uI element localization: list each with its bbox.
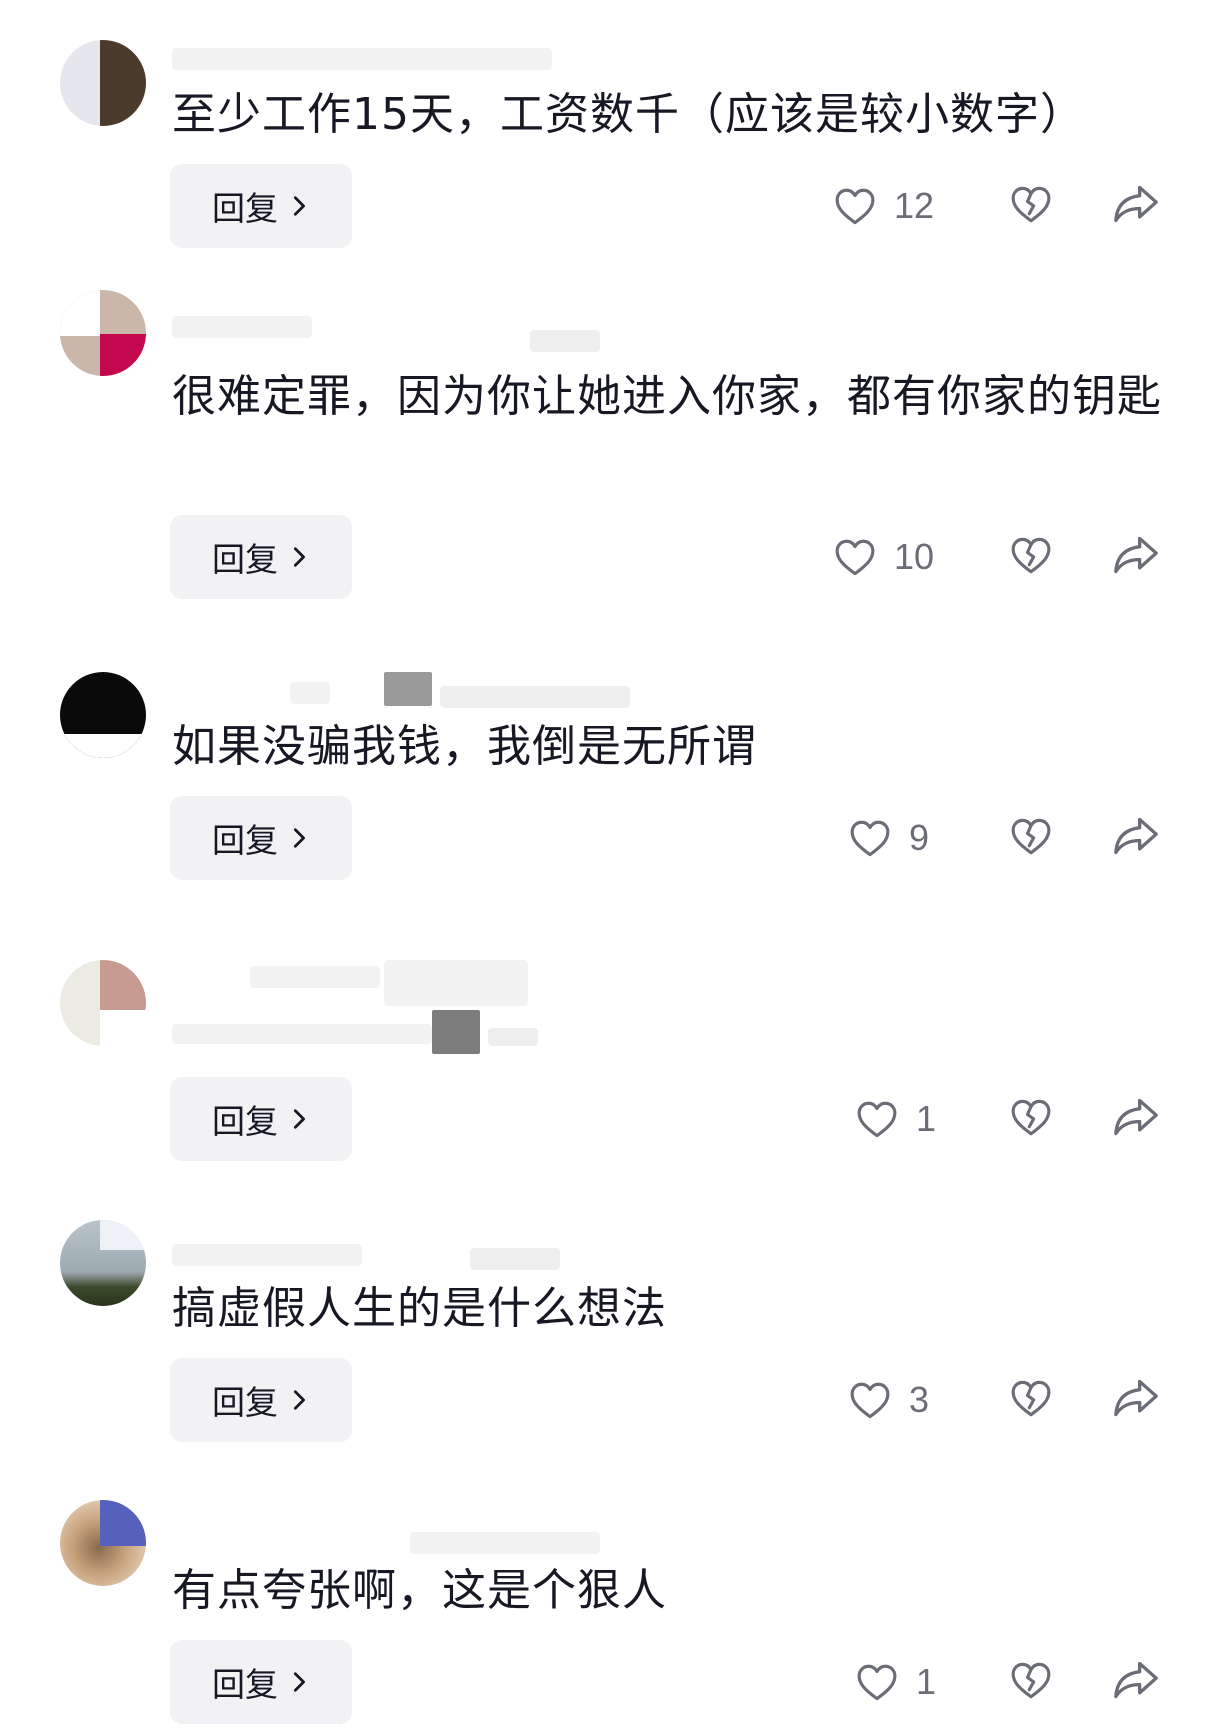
reply-label: 回复: [212, 1102, 278, 1141]
broken-heart-icon[interactable]: [1010, 184, 1052, 226]
reply-label: 回复: [212, 1665, 278, 1704]
reply-button[interactable]: 回复: [170, 1640, 352, 1724]
like-count: 12: [894, 185, 935, 226]
like-count: 1: [916, 1661, 937, 1702]
comment-text-redacted: [488, 1028, 538, 1046]
chevron-right-icon: [293, 1672, 305, 1692]
broken-heart-icon[interactable]: [1010, 1660, 1052, 1702]
heart-outline-icon: [850, 1382, 890, 1419]
share-arrow-icon[interactable]: [1112, 814, 1160, 858]
comment-text: 搞虚假人生的是什么想法: [172, 1283, 667, 1334]
reply-button[interactable]: 回复: [170, 515, 352, 599]
username-redacted: [384, 672, 432, 706]
share-arrow-icon[interactable]: [1112, 1376, 1160, 1420]
avatar[interactable]: [60, 1500, 146, 1586]
username-redacted: [384, 960, 528, 1006]
like-count: 9: [909, 817, 930, 858]
username-redacted: [250, 966, 380, 988]
comment-text: 如果没骗我钱，我倒是无所谓: [172, 721, 757, 772]
like-count: 3: [909, 1379, 930, 1420]
reply-label: 回复: [212, 821, 278, 860]
username-redacted: [290, 682, 330, 704]
heart-outline-icon: [857, 1664, 897, 1701]
avatar[interactable]: [60, 40, 146, 126]
chevron-right-icon: [293, 1109, 305, 1129]
reply-label: 回复: [212, 189, 278, 228]
share-arrow-icon[interactable]: [1112, 1095, 1160, 1139]
like-button[interactable]: 3: [849, 1379, 929, 1421]
like-count: 10: [894, 536, 935, 577]
avatar[interactable]: [60, 290, 146, 376]
broken-heart-icon[interactable]: [1010, 816, 1052, 858]
reply-button[interactable]: 回复: [170, 164, 352, 248]
heart-outline-icon: [835, 188, 875, 225]
comment-text-redacted: [432, 1010, 480, 1054]
like-button[interactable]: 12: [834, 185, 934, 227]
username-redacted: [530, 330, 600, 352]
like-count: 1: [916, 1098, 937, 1139]
username-redacted: [172, 316, 312, 338]
reply-label: 回复: [212, 540, 278, 579]
username-redacted: [172, 48, 552, 70]
like-button[interactable]: 1: [856, 1098, 936, 1140]
username-redacted: [172, 1244, 362, 1266]
avatar[interactable]: [60, 672, 146, 758]
chevron-right-icon: [293, 547, 305, 567]
share-arrow-icon[interactable]: [1112, 182, 1160, 226]
broken-heart-icon[interactable]: [1010, 1097, 1052, 1139]
username-redacted: [410, 1532, 600, 1554]
reply-label: 回复: [212, 1383, 278, 1422]
like-button[interactable]: 10: [834, 536, 934, 578]
username-redacted: [470, 1248, 560, 1270]
avatar[interactable]: [60, 1220, 146, 1306]
chevron-right-icon: [293, 828, 305, 848]
avatar[interactable]: [60, 960, 146, 1046]
reply-button[interactable]: 回复: [170, 1358, 352, 1442]
chevron-right-icon: [293, 1390, 305, 1410]
heart-outline-icon: [835, 539, 875, 576]
username-redacted: [440, 686, 630, 708]
broken-heart-icon[interactable]: [1010, 1378, 1052, 1420]
heart-outline-icon: [857, 1101, 897, 1138]
reply-button[interactable]: 回复: [170, 796, 352, 880]
like-button[interactable]: 9: [849, 817, 929, 859]
share-arrow-icon[interactable]: [1112, 533, 1160, 577]
comment-text: 很难定罪，因为你让她进入你家，都有你家的钥匙: [172, 371, 1162, 422]
like-button[interactable]: 1: [856, 1661, 936, 1703]
reply-button[interactable]: 回复: [170, 1077, 352, 1161]
heart-outline-icon: [850, 820, 890, 857]
comment-text: 有点夸张啊，这是个狠人: [172, 1565, 667, 1616]
broken-heart-icon[interactable]: [1010, 535, 1052, 577]
chevron-right-icon: [293, 196, 305, 216]
comment-text: 至少工作15天，工资数千（应该是较小数字）: [172, 89, 1085, 140]
share-arrow-icon[interactable]: [1112, 1658, 1160, 1702]
comment-text-redacted: [172, 1024, 432, 1044]
